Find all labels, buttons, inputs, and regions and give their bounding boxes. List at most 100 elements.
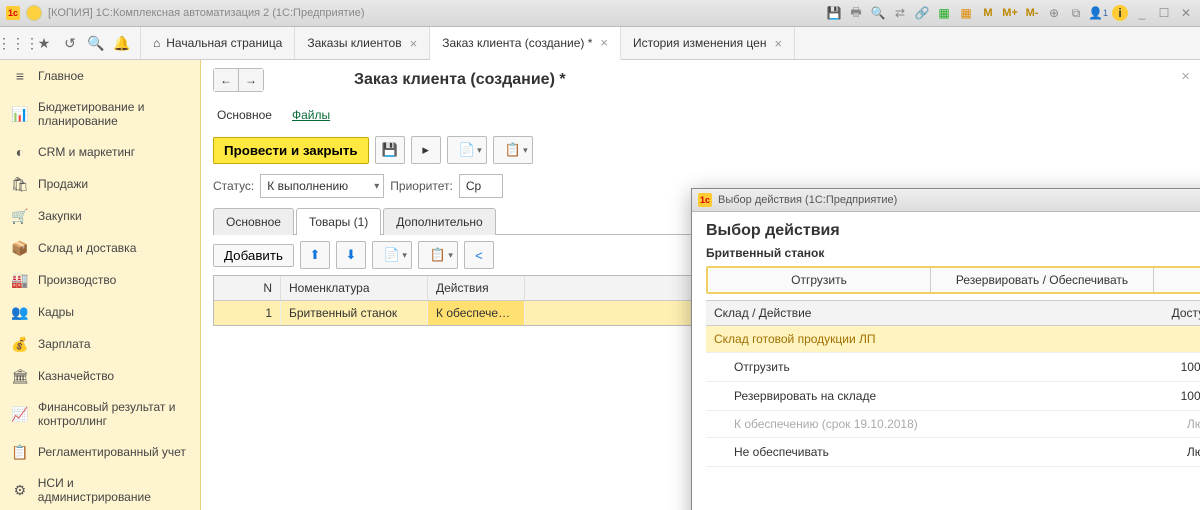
- page-title: Заказ клиента (создание) *: [354, 71, 566, 89]
- maximize-icon[interactable]: ☐: [1156, 5, 1172, 21]
- user-icon[interactable]: 👤1: [1090, 5, 1106, 21]
- sidebar-item-crm[interactable]: ◐CRM и маркетинг: [0, 136, 200, 168]
- memory-m[interactable]: M: [980, 5, 996, 21]
- row-label: Склад готовой продукции ЛП: [706, 332, 1086, 346]
- sidebar-item-hr[interactable]: 👥Кадры: [0, 296, 200, 328]
- col-n[interactable]: N: [214, 276, 281, 300]
- tab-price-history[interactable]: История изменения цен ×: [621, 27, 795, 59]
- move-up-button[interactable]: ⬆: [300, 241, 330, 269]
- minimize-icon[interactable]: _: [1134, 5, 1150, 21]
- post-button[interactable]: ▸: [411, 136, 441, 164]
- history-icon[interactable]: ↺: [62, 35, 78, 51]
- window-titlebar: 1c [КОПИЯ] 1С:Комплексная автоматизация …: [0, 0, 1200, 27]
- calc-icon[interactable]: ▦: [958, 5, 974, 21]
- link-icon[interactable]: 🔗: [914, 5, 930, 21]
- action-row[interactable]: Резервировать на складе100,000➧: [706, 382, 1200, 411]
- sidebar-item-treasury[interactable]: 🏛Казначейство: [0, 360, 200, 392]
- cell-n: 1: [214, 301, 281, 325]
- sidebar-label: Главное: [38, 69, 84, 83]
- doc-tab-goods[interactable]: Товары (1): [296, 208, 381, 235]
- seg-reserve[interactable]: Резервировать / Обеспечивать: [931, 268, 1154, 292]
- menu-icon: ≡: [12, 68, 28, 84]
- col-nomenclature[interactable]: Номенклатура: [281, 276, 428, 300]
- sidebar-item-purchases[interactable]: 🛒 Закупки: [0, 200, 200, 232]
- share-button[interactable]: <: [464, 241, 494, 269]
- create-based-button[interactable]: 📋: [493, 136, 533, 164]
- doc-tab-main[interactable]: Основное: [213, 208, 294, 235]
- people-icon: 👥: [12, 304, 28, 320]
- star-icon[interactable]: ★: [36, 35, 52, 51]
- doc-tab-extra[interactable]: Дополнительно: [383, 208, 495, 235]
- sidebar-label: Закупки: [38, 209, 82, 223]
- reports-button[interactable]: 📄: [447, 136, 487, 164]
- sidebar-item-warehouse[interactable]: 📦Склад и доставка: [0, 232, 200, 264]
- save-button[interactable]: 💾: [375, 136, 405, 164]
- row-label: Резервировать на складе: [706, 389, 1086, 403]
- row-label: Не обеспечивать: [706, 445, 1086, 459]
- page-close-icon[interactable]: ×: [1181, 68, 1190, 85]
- main-area: × ← → Заказ клиента (создание) * Основно…: [201, 60, 1200, 510]
- sidebar-item-regulated[interactable]: 📋 Регламентированный учет: [0, 436, 200, 468]
- tab-orders[interactable]: Заказы клиентов ×: [295, 27, 430, 59]
- sidebar-item-production[interactable]: 🏭Производство: [0, 264, 200, 296]
- clipboard-icon: 📋: [12, 444, 28, 460]
- add-row-button[interactable]: Добавить: [213, 244, 294, 267]
- save-icon[interactable]: 💾: [826, 5, 842, 21]
- apps-icon[interactable]: ⋮⋮⋮: [10, 35, 26, 51]
- search-icon[interactable]: 🔍: [88, 35, 104, 51]
- post-close-button[interactable]: Провести и закрыть: [213, 137, 369, 164]
- windows-icon[interactable]: ⧉: [1068, 5, 1084, 21]
- bank-icon: 🏛: [12, 368, 28, 384]
- sidebar-item-sales[interactable]: 🛍Продажи: [0, 168, 200, 200]
- tab-close-icon[interactable]: ×: [410, 36, 418, 51]
- action-row[interactable]: Отгрузить100,000➧: [706, 353, 1200, 382]
- zoom-in-icon[interactable]: ⊕: [1046, 5, 1062, 21]
- tab-label: Заказы клиентов: [307, 36, 401, 50]
- config-icon: [26, 5, 42, 21]
- priority-label: Приоритет:: [390, 179, 453, 193]
- subtab-main[interactable]: Основное: [215, 104, 274, 126]
- subtab-files[interactable]: Файлы: [290, 104, 332, 126]
- move-down-button[interactable]: ⬇: [336, 241, 366, 269]
- close-icon[interactable]: ✕: [1178, 5, 1194, 21]
- col-available[interactable]: Доступно: [1086, 306, 1200, 320]
- sidebar-label: Регламентированный учет: [38, 445, 186, 459]
- status-label: Статус:: [213, 179, 254, 193]
- cart-icon: 🛒: [12, 208, 28, 224]
- bell-icon[interactable]: 🔔: [114, 35, 130, 51]
- tab-home[interactable]: ⌂ Начальная страница: [141, 27, 295, 59]
- calendar-icon[interactable]: ▦: [936, 5, 952, 21]
- seg-all[interactable]: Все действия: [1154, 268, 1200, 292]
- sidebar-label: Зарплата: [38, 337, 91, 351]
- info-icon[interactable]: i: [1112, 5, 1128, 21]
- tab-close-icon[interactable]: ×: [600, 35, 608, 50]
- copy-button[interactable]: 📄: [372, 241, 412, 269]
- status-combo[interactable]: К выполнению▾: [260, 174, 384, 198]
- action-row[interactable]: Не обеспечиватьЛюбое➧: [706, 438, 1200, 467]
- print-icon[interactable]: 🖶: [848, 5, 864, 21]
- tab-home-label: Начальная страница: [166, 36, 282, 50]
- forward-button[interactable]: →: [239, 69, 263, 91]
- memory-m-minus[interactable]: M-: [1024, 5, 1040, 21]
- cell-action: К обеспече…: [428, 301, 525, 325]
- compare-icon[interactable]: ⇄: [892, 5, 908, 21]
- sidebar-item-budget[interactable]: 📊Бюджетирование и планирование: [0, 92, 200, 136]
- sidebar-item-finance[interactable]: 📈Финансовый результат и контроллинг: [0, 392, 200, 436]
- paste-button[interactable]: 📋: [418, 241, 458, 269]
- sidebar-item-salary[interactable]: 💰 Зарплата: [0, 328, 200, 360]
- preview-icon[interactable]: 🔍: [870, 5, 886, 21]
- seg-ship[interactable]: Отгрузить: [708, 268, 931, 292]
- back-button[interactable]: ←: [214, 69, 239, 91]
- priority-combo[interactable]: Ср: [459, 174, 503, 198]
- row-label: Отгрузить: [706, 360, 1086, 374]
- tab-order-create[interactable]: Заказ клиента (создание) * ×: [430, 27, 621, 60]
- dialog-title: Выбор действия: [706, 222, 1200, 240]
- memory-m-plus[interactable]: M+: [1002, 5, 1018, 21]
- sidebar-item-admin[interactable]: ⚙НСИ и администрирование: [0, 468, 200, 510]
- tabbar-quick-icons: ⋮⋮⋮ ★ ↺ 🔍 🔔: [0, 27, 141, 59]
- sidebar-item-main[interactable]: ≡ Главное: [0, 60, 200, 92]
- col-actions[interactable]: Действия: [428, 276, 525, 300]
- money-icon: 💰: [12, 336, 28, 352]
- tab-close-icon[interactable]: ×: [774, 36, 782, 51]
- col-warehouse-action[interactable]: Склад / Действие: [706, 306, 1086, 320]
